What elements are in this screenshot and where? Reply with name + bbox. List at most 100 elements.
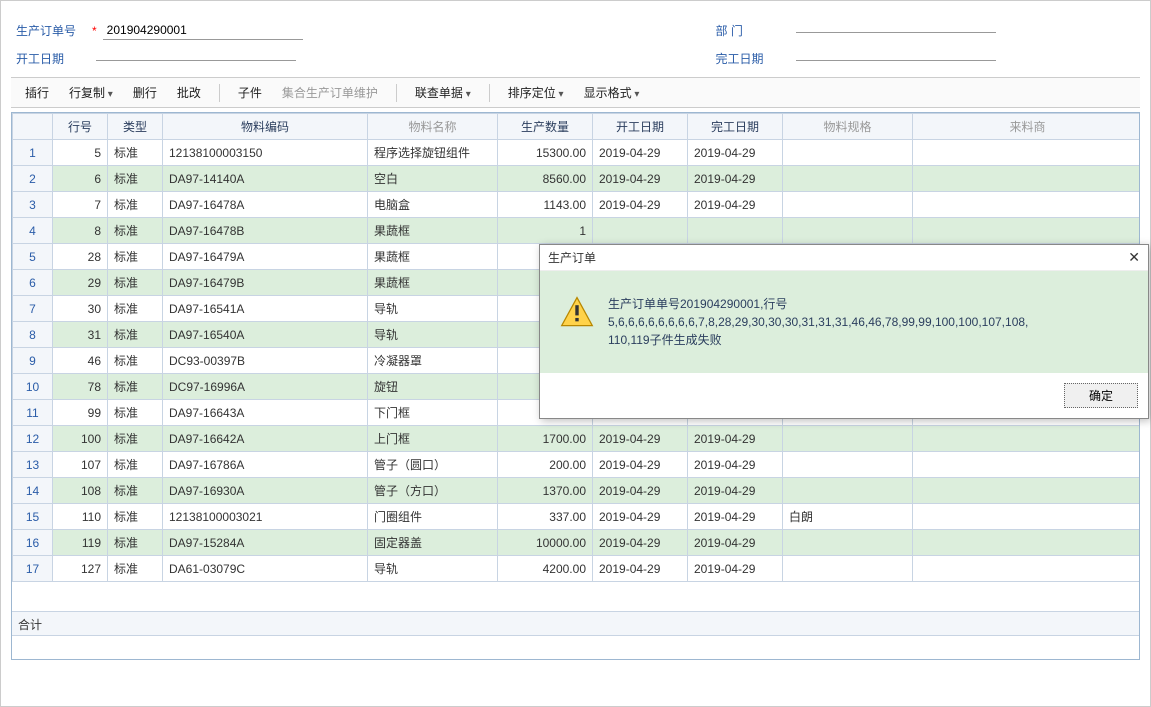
cell-code[interactable]: DC97-16996A: [163, 374, 368, 400]
batch-edit-button[interactable]: 批改: [171, 82, 207, 103]
row-index[interactable]: 6: [13, 270, 53, 296]
start-date-input[interactable]: [96, 56, 296, 61]
cell-name[interactable]: 下门框: [368, 400, 498, 426]
cell-type[interactable]: 标准: [108, 270, 163, 296]
cell-spec[interactable]: [783, 426, 913, 452]
cell-code[interactable]: DA97-15284A: [163, 530, 368, 556]
table-row[interactable]: 12100标准DA97-16642A上门框1700.002019-04-2920…: [13, 426, 1141, 452]
cell-line[interactable]: 29: [53, 270, 108, 296]
cell-type[interactable]: 标准: [108, 140, 163, 166]
cell-name[interactable]: 果蔬框: [368, 244, 498, 270]
cell-line[interactable]: 7: [53, 192, 108, 218]
cell-type[interactable]: 标准: [108, 296, 163, 322]
cell-code[interactable]: DA97-16479B: [163, 270, 368, 296]
cell-type[interactable]: 标准: [108, 192, 163, 218]
cell-code[interactable]: DA61-03079C: [163, 556, 368, 582]
cell-end[interactable]: 2019-04-29: [688, 556, 783, 582]
row-index[interactable]: 10: [13, 374, 53, 400]
cell-type[interactable]: 标准: [108, 556, 163, 582]
linked-docs-button[interactable]: 联查单据: [409, 82, 477, 103]
cell-type[interactable]: 标准: [108, 348, 163, 374]
cell-code[interactable]: DA97-16930A: [163, 478, 368, 504]
col-code[interactable]: 物料编码: [163, 114, 368, 140]
cell-type[interactable]: 标准: [108, 400, 163, 426]
cell-name[interactable]: 空白: [368, 166, 498, 192]
cell-qty[interactable]: 200.00: [498, 452, 593, 478]
row-index[interactable]: 11: [13, 400, 53, 426]
ok-button[interactable]: 确定: [1064, 383, 1138, 408]
col-line[interactable]: 行号: [53, 114, 108, 140]
cell-spec[interactable]: [783, 140, 913, 166]
cell-end[interactable]: 2019-04-29: [688, 530, 783, 556]
cell-line[interactable]: 108: [53, 478, 108, 504]
col-spec[interactable]: 物料规格: [783, 114, 913, 140]
cell-code[interactable]: DA97-16540A: [163, 322, 368, 348]
table-row[interactable]: 48标准DA97-16478B果蔬框1: [13, 218, 1141, 244]
cell-name[interactable]: 固定器盖: [368, 530, 498, 556]
cell-line[interactable]: 119: [53, 530, 108, 556]
cell-code[interactable]: 12138100003150: [163, 140, 368, 166]
cell-line[interactable]: 127: [53, 556, 108, 582]
cell-start[interactable]: 2019-04-29: [593, 478, 688, 504]
cell-code[interactable]: 12138100003021: [163, 504, 368, 530]
cell-type[interactable]: 标准: [108, 374, 163, 400]
cell-qty[interactable]: 1700.00: [498, 426, 593, 452]
cell-name[interactable]: 管子（方口）: [368, 478, 498, 504]
col-qty[interactable]: 生产数量: [498, 114, 593, 140]
cell-end[interactable]: 2019-04-29: [688, 166, 783, 192]
cell-name[interactable]: 程序选择旋钮组件: [368, 140, 498, 166]
cell-name[interactable]: 旋钮: [368, 374, 498, 400]
cell-vendor[interactable]: [913, 192, 1141, 218]
cell-start[interactable]: 2019-04-29: [593, 530, 688, 556]
cell-start[interactable]: [593, 218, 688, 244]
cell-qty[interactable]: 1370.00: [498, 478, 593, 504]
col-type[interactable]: 类型: [108, 114, 163, 140]
table-row[interactable]: 14108标准DA97-16930A管子（方口）1370.002019-04-2…: [13, 478, 1141, 504]
row-index[interactable]: 15: [13, 504, 53, 530]
copy-row-button[interactable]: 行复制: [63, 82, 119, 103]
cell-line[interactable]: 6: [53, 166, 108, 192]
cell-type[interactable]: 标准: [108, 478, 163, 504]
cell-spec[interactable]: 白朗: [783, 504, 913, 530]
dept-input[interactable]: [796, 28, 996, 33]
row-index[interactable]: 1: [13, 140, 53, 166]
cell-name[interactable]: 上门框: [368, 426, 498, 452]
row-index[interactable]: 5: [13, 244, 53, 270]
cell-qty[interactable]: 4200.00: [498, 556, 593, 582]
insert-row-button[interactable]: 插行: [19, 82, 55, 103]
cell-qty[interactable]: 8560.00: [498, 166, 593, 192]
cell-type[interactable]: 标准: [108, 530, 163, 556]
table-row[interactable]: 26标准DA97-14140A空白8560.002019-04-292019-0…: [13, 166, 1141, 192]
cell-vendor[interactable]: [913, 166, 1141, 192]
row-index[interactable]: 16: [13, 530, 53, 556]
cell-line[interactable]: 30: [53, 296, 108, 322]
cell-start[interactable]: 2019-04-29: [593, 140, 688, 166]
close-icon[interactable]: ✕: [1128, 249, 1140, 266]
cell-spec[interactable]: [783, 530, 913, 556]
cell-name[interactable]: 果蔬框: [368, 270, 498, 296]
table-row[interactable]: 17127标准DA61-03079C导轨4200.002019-04-29201…: [13, 556, 1141, 582]
cell-name[interactable]: 导轨: [368, 556, 498, 582]
cell-line[interactable]: 107: [53, 452, 108, 478]
table-row[interactable]: 15110标准12138100003021门圈组件337.002019-04-2…: [13, 504, 1141, 530]
cell-name[interactable]: 电脑盒: [368, 192, 498, 218]
cell-line[interactable]: 31: [53, 322, 108, 348]
table-row[interactable]: 13107标准DA97-16786A管子（圆口）200.002019-04-29…: [13, 452, 1141, 478]
cell-code[interactable]: DA97-16478B: [163, 218, 368, 244]
cell-spec[interactable]: [783, 192, 913, 218]
cell-qty[interactable]: 15300.00: [498, 140, 593, 166]
cell-line[interactable]: 28: [53, 244, 108, 270]
cell-code[interactable]: DA97-16643A: [163, 400, 368, 426]
cell-vendor[interactable]: [913, 504, 1141, 530]
cell-start[interactable]: 2019-04-29: [593, 556, 688, 582]
cell-end[interactable]: 2019-04-29: [688, 426, 783, 452]
cell-vendor[interactable]: [913, 478, 1141, 504]
cell-code[interactable]: DA97-16642A: [163, 426, 368, 452]
cell-type[interactable]: 标准: [108, 452, 163, 478]
cell-vendor[interactable]: [913, 556, 1141, 582]
table-row[interactable]: 15标准12138100003150程序选择旋钮组件15300.002019-0…: [13, 140, 1141, 166]
table-row[interactable]: 16119标准DA97-15284A固定器盖10000.002019-04-29…: [13, 530, 1141, 556]
cell-type[interactable]: 标准: [108, 166, 163, 192]
cell-vendor[interactable]: [913, 140, 1141, 166]
cell-start[interactable]: 2019-04-29: [593, 166, 688, 192]
